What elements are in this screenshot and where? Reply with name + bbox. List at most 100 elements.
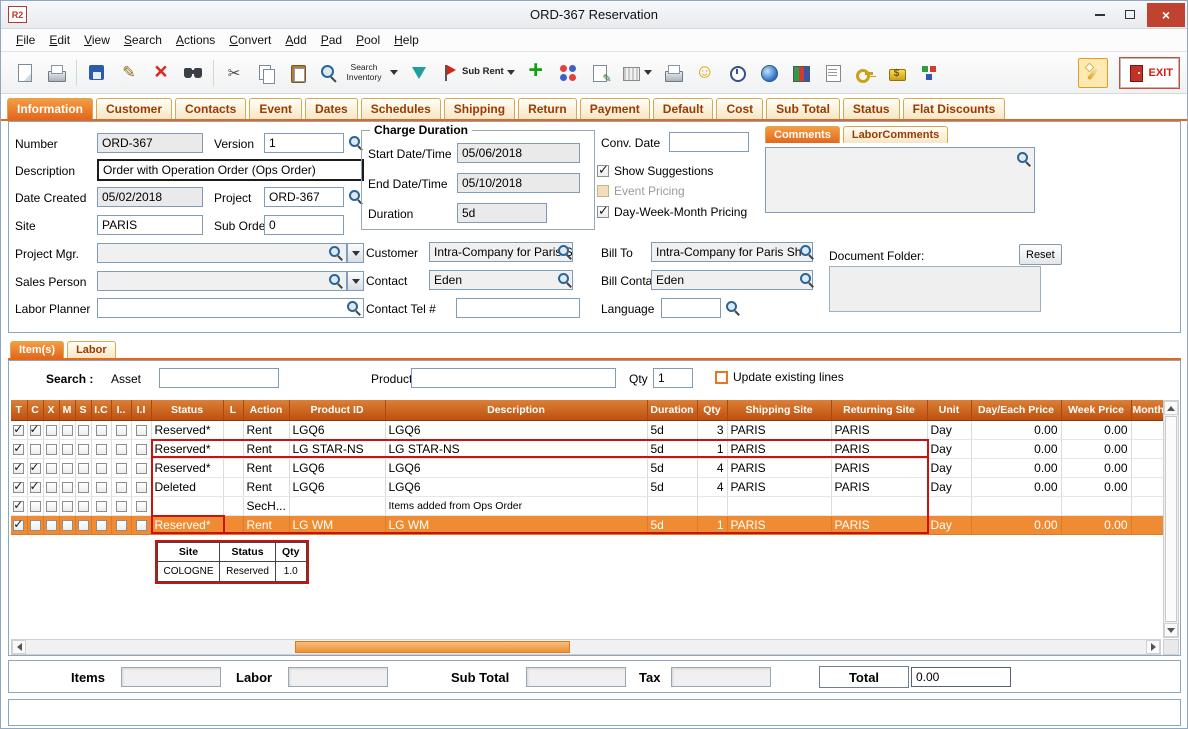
cell-shipping-site[interactable]: PARIS (727, 458, 831, 477)
bill-contact-search-icon[interactable] (799, 272, 814, 287)
row-checkbox[interactable] (136, 520, 147, 531)
cell-returning-site[interactable]: PARIS (831, 458, 927, 477)
cell-action[interactable]: Rent (243, 458, 289, 477)
horizontal-scrollbar[interactable] (11, 639, 1161, 655)
col-description[interactable]: Description (385, 400, 647, 420)
time-button[interactable] (722, 58, 752, 88)
cell-product-id[interactable] (289, 496, 385, 515)
row-checkbox[interactable] (96, 501, 107, 512)
row-checkbox[interactable] (116, 463, 127, 474)
col-s[interactable]: S (75, 400, 91, 420)
row-checkbox[interactable] (78, 501, 89, 512)
cell-duration[interactable] (647, 496, 697, 515)
customer-search-icon[interactable] (557, 244, 572, 259)
menu-file[interactable]: File (9, 30, 42, 50)
tab-items[interactable]: Item(s) (10, 341, 64, 358)
cell-status[interactable]: Reserved* (151, 515, 223, 534)
media-button[interactable] (754, 58, 784, 88)
col-duration[interactable]: Duration (647, 400, 697, 420)
cell-action[interactable]: Rent (243, 420, 289, 439)
cell-returning-site[interactable]: PARIS (831, 515, 927, 534)
search-inventory-button[interactable]: Search Inventory (315, 58, 402, 88)
show-suggestions-checkbox[interactable] (597, 165, 609, 177)
number-field[interactable]: ORD-367 (97, 133, 203, 153)
cell-action[interactable]: Rent (243, 439, 289, 458)
row-checkbox[interactable] (13, 520, 24, 531)
site-field[interactable]: PARIS (97, 215, 203, 235)
cell-duration[interactable]: 5d (647, 477, 697, 496)
delete-button[interactable] (146, 58, 176, 88)
row-checkbox[interactable] (136, 463, 147, 474)
cut-button[interactable] (219, 58, 249, 88)
tax-field[interactable] (671, 667, 771, 687)
project-field[interactable]: ORD-367 (264, 187, 344, 207)
pour-tool-button[interactable] (404, 58, 434, 88)
horizontal-scrollbar-thumb[interactable] (295, 641, 570, 653)
col-returning-site[interactable]: Returning Site (831, 400, 927, 420)
cell-description[interactable]: LG WM (385, 515, 647, 534)
cell-description[interactable]: LGQ6 (385, 420, 647, 439)
notes-button[interactable] (818, 58, 848, 88)
cell-shipping-site[interactable]: PARIS (727, 420, 831, 439)
row-checkbox[interactable] (46, 444, 57, 455)
sales-person-search-icon[interactable] (328, 273, 343, 288)
row-checkbox[interactable] (30, 482, 41, 493)
bill-to-search-icon[interactable] (799, 244, 814, 259)
row-checkbox[interactable] (96, 463, 107, 474)
cell-l[interactable] (223, 420, 243, 439)
product-search-input[interactable] (411, 368, 616, 388)
asset-search-input[interactable] (159, 368, 279, 388)
row-checkbox[interactable] (116, 425, 127, 436)
cell-shipping-site[interactable]: PARIS (727, 439, 831, 458)
close-button[interactable] (1147, 3, 1185, 27)
edit-note-button[interactable] (585, 58, 615, 88)
cell-duration[interactable]: 5d (647, 515, 697, 534)
cell-week-price[interactable]: 0.00 (1061, 458, 1131, 477)
cell-qty[interactable]: 1 (697, 515, 727, 534)
row-checkbox[interactable] (62, 425, 73, 436)
tab-event[interactable]: Event (249, 98, 302, 119)
col-m[interactable]: M (59, 400, 75, 420)
row-checkbox[interactable] (96, 444, 107, 455)
comments-search-icon[interactable] (1016, 151, 1031, 166)
cell-product-id[interactable]: LGQ6 (289, 420, 385, 439)
row-checkbox[interactable] (116, 444, 127, 455)
cell-qty[interactable]: 1 (697, 439, 727, 458)
cell-qty[interactable]: 4 (697, 477, 727, 496)
labor-planner-field[interactable] (97, 298, 364, 318)
col-x[interactable]: X (43, 400, 59, 420)
tab-laborcomments[interactable]: LaborComments (843, 126, 948, 143)
project-mgr-field[interactable] (97, 243, 347, 263)
qty-input[interactable]: 1 (653, 368, 693, 388)
item-row[interactable]: Reserved* Rent LG STAR-NS LG STAR-NS 5d … (11, 439, 1163, 458)
tab-return[interactable]: Return (518, 98, 577, 119)
col-qty[interactable]: Qty (697, 400, 727, 420)
edit-button[interactable] (114, 58, 144, 88)
row-checkbox[interactable] (96, 425, 107, 436)
cell-qty[interactable]: 3 (697, 420, 727, 439)
cell-status[interactable]: Deleted (151, 477, 223, 496)
tab-customer[interactable]: Customer (96, 98, 172, 119)
cell-day-each-price[interactable]: 0.00 (971, 477, 1061, 496)
reset-button[interactable]: Reset (1019, 244, 1062, 265)
cell-unit[interactable] (927, 496, 971, 515)
cell-product-id[interactable]: LG WM (289, 515, 385, 534)
menu-help[interactable]: Help (387, 30, 426, 50)
item-row[interactable]: Reserved* Rent LGQ6 LGQ6 5d 3 PARIS PARI… (11, 420, 1163, 439)
sub-rent-button[interactable]: Sub Rent (436, 58, 519, 88)
cell-week-price[interactable]: 0.00 (1061, 477, 1131, 496)
cell-l[interactable] (223, 439, 243, 458)
cell-returning-site[interactable]: PARIS (831, 439, 927, 458)
col-l[interactable]: L (223, 400, 243, 420)
access-button[interactable] (850, 58, 880, 88)
cell-status[interactable]: Reserved* (151, 458, 223, 477)
tab-shipping[interactable]: Shipping (444, 98, 515, 119)
cell-description[interactable]: Items added from Ops Order (385, 496, 647, 515)
col-unit[interactable]: Unit (927, 400, 971, 420)
cell-month[interactable] (1131, 458, 1163, 477)
tab-flat-discounts[interactable]: Flat Discounts (903, 98, 1006, 119)
barcode-dropdown-icon[interactable] (644, 70, 652, 75)
cell-qty[interactable] (697, 496, 727, 515)
copy-button[interactable] (251, 58, 281, 88)
tab-cost[interactable]: Cost (716, 98, 763, 119)
